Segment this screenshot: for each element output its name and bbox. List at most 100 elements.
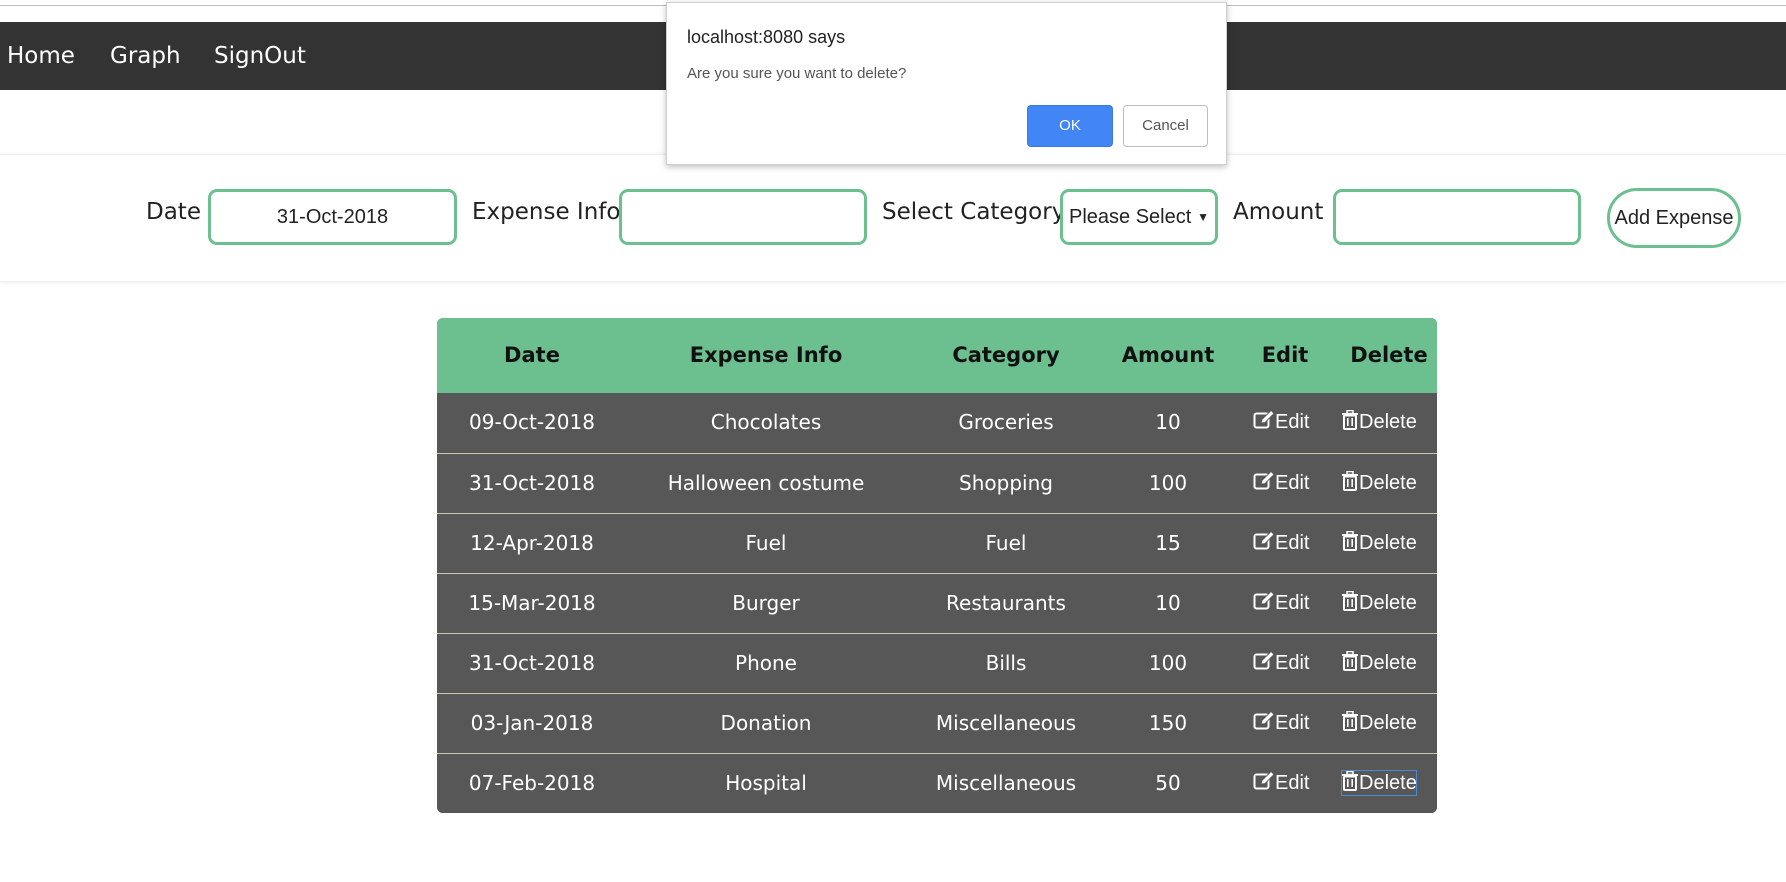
cell-amount: 10 <box>1155 591 1181 615</box>
cell-expense-info: Chocolates <box>710 410 822 434</box>
header-date: Date <box>504 343 560 367</box>
trash-icon <box>1341 590 1359 614</box>
cell-expense-info: Phone <box>735 651 797 675</box>
trash-icon <box>1341 770 1359 794</box>
delete-button[interactable]: Delete <box>1341 393 1417 452</box>
delete-button[interactable]: Delete <box>1341 634 1417 693</box>
nav-graph-link[interactable]: Graph <box>110 22 181 90</box>
header-category: Category <box>952 343 1060 367</box>
cell-date: 12-Apr-2018 <box>470 531 594 555</box>
edit-button[interactable]: Edit <box>1253 454 1309 513</box>
table-row: 12-Apr-2018 Fuel Fuel 15 Edit Delete <box>437 513 1437 573</box>
dialog-message: Are you sure you want to delete? <box>687 65 907 82</box>
cell-date: 31-Oct-2018 <box>469 651 595 675</box>
table-row: 15-Mar-2018 Burger Restaurants 10 Edit Delete <box>437 573 1437 633</box>
delete-label: Delete <box>1359 592 1417 614</box>
cell-amount: 15 <box>1155 531 1181 555</box>
edit-icon <box>1253 650 1275 674</box>
confirm-dialog: localhost:8080 says Are you sure you wan… <box>666 2 1227 165</box>
select-category-label: Select Category <box>882 199 1066 225</box>
header-edit: Edit <box>1261 343 1309 367</box>
cell-category: Miscellaneous <box>935 771 1077 795</box>
delete-button[interactable]: Delete <box>1341 770 1417 796</box>
header-delete: Delete <box>1350 343 1428 367</box>
edit-button[interactable]: Edit <box>1253 754 1309 813</box>
table-row: 07-Feb-2018 Hospital Miscellaneous 50 Edit De… <box>437 753 1437 813</box>
cell-amount: 10 <box>1155 410 1181 434</box>
header-expense-info: Expense Info <box>689 343 843 367</box>
edit-icon <box>1253 530 1275 554</box>
expense-info-label: Expense Info <box>472 199 621 225</box>
cell-date: 31-Oct-2018 <box>469 471 595 495</box>
dialog-ok-button[interactable]: OK <box>1027 105 1113 147</box>
expense-info-input[interactable] <box>619 189 867 245</box>
trash-icon <box>1341 710 1359 734</box>
cell-date: 03-Jan-2018 <box>470 711 594 735</box>
cell-category: Miscellaneous <box>935 711 1077 735</box>
cell-amount: 100 <box>1148 471 1188 495</box>
cell-category: Restaurants <box>946 591 1066 615</box>
edit-label: Edit <box>1275 652 1310 674</box>
add-expense-form: Date Expense Info Select Category Please… <box>0 154 1786 282</box>
cell-expense-info: Burger <box>732 591 800 615</box>
trash-icon <box>1341 650 1359 674</box>
trash-icon <box>1341 530 1359 554</box>
table-row: 03-Jan-2018 Donation Miscellaneous 150 Edit D… <box>437 693 1437 753</box>
edit-label: Edit <box>1275 592 1310 614</box>
trash-icon <box>1341 409 1359 433</box>
date-label: Date <box>146 199 201 225</box>
dialog-title: localhost:8080 says <box>687 27 846 47</box>
delete-button[interactable]: Delete <box>1341 574 1417 633</box>
delete-label: Delete <box>1359 652 1417 674</box>
table-header: Date Expense Info Category Amount Edit D… <box>437 318 1437 393</box>
header-amount: Amount <box>1121 343 1215 367</box>
edit-button[interactable]: Edit <box>1253 514 1309 573</box>
nav-home-link[interactable]: Home <box>7 22 75 90</box>
cell-expense-info: Donation <box>720 711 812 735</box>
dropdown-arrow-icon: ▼ <box>1197 210 1209 224</box>
dialog-cancel-button[interactable]: Cancel <box>1123 105 1208 147</box>
edit-button[interactable]: Edit <box>1253 393 1309 452</box>
category-selected-value: Please Select <box>1069 206 1192 228</box>
delete-button[interactable]: Delete <box>1341 454 1417 513</box>
cell-amount: 50 <box>1155 771 1181 795</box>
cell-amount: 100 <box>1148 651 1188 675</box>
edit-button[interactable]: Edit <box>1253 574 1309 633</box>
amount-input[interactable] <box>1333 189 1581 245</box>
table-row: 09-Oct-2018 Chocolates Groceries 10 Edit Dele… <box>437 393 1437 453</box>
edit-label: Edit <box>1275 472 1310 494</box>
edit-button[interactable]: Edit <box>1253 634 1309 693</box>
edit-icon <box>1253 409 1275 433</box>
edit-icon <box>1253 710 1275 734</box>
nav-signout-link[interactable]: SignOut <box>214 22 306 90</box>
add-expense-button[interactable]: Add Expense <box>1607 188 1741 248</box>
cell-amount: 150 <box>1148 711 1188 735</box>
edit-icon <box>1253 770 1275 794</box>
cell-category: Shopping <box>959 471 1053 495</box>
cell-date: 15-Mar-2018 <box>468 591 596 615</box>
cell-category: Bills <box>985 651 1027 675</box>
edit-icon <box>1253 470 1275 494</box>
date-input[interactable] <box>208 189 457 245</box>
edit-label: Edit <box>1275 712 1310 734</box>
delete-label: Delete <box>1359 472 1417 494</box>
amount-label: Amount <box>1233 199 1324 225</box>
edit-icon <box>1253 590 1275 614</box>
cell-expense-info: Hospital <box>725 771 807 795</box>
table-row: 31-Oct-2018 Phone Bills 100 Edit Delete <box>437 633 1437 693</box>
edit-label: Edit <box>1275 411 1310 433</box>
delete-button[interactable]: Delete <box>1341 514 1417 573</box>
cell-category: Fuel <box>985 531 1027 555</box>
delete-label: Delete <box>1359 411 1417 433</box>
edit-button[interactable]: Edit <box>1253 694 1309 753</box>
cell-expense-info: Halloween costume <box>667 471 865 495</box>
cell-date: 07-Feb-2018 <box>468 771 596 795</box>
category-select[interactable]: Please Select ▼ <box>1060 189 1218 245</box>
cell-date: 09-Oct-2018 <box>469 410 595 434</box>
delete-button[interactable]: Delete <box>1341 694 1417 753</box>
delete-label: Delete <box>1359 712 1417 734</box>
trash-icon <box>1341 470 1359 494</box>
edit-label: Edit <box>1275 772 1310 794</box>
delete-label: Delete <box>1359 532 1417 554</box>
cell-expense-info: Fuel <box>745 531 787 555</box>
